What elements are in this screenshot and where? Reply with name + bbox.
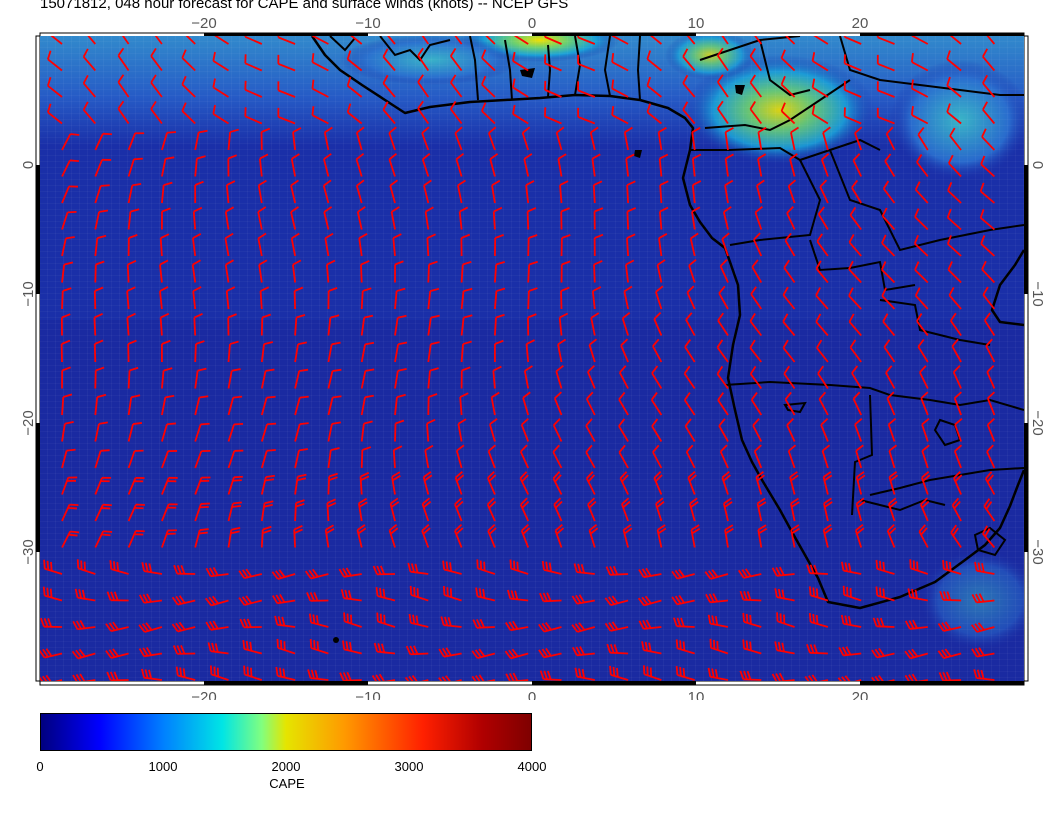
lat-tick-label-left: −20 [20,410,37,435]
lat-tick-label-right: −30 [1029,539,1046,564]
model-grid [40,36,1024,681]
lon-tick-label-bottom: 10 [688,689,705,700]
frame-segment-bottom [860,681,1024,685]
frame-segment-bottom [532,681,696,685]
lat-tick-label-left: −10 [20,281,37,306]
lon-tick-label-top: −10 [355,15,380,32]
lat-tick-label-right: −10 [1029,281,1046,306]
lon-tick-label-bottom: 20 [852,689,869,700]
lon-tick-label-top: 0 [528,15,536,32]
lon-tick-label-top: 10 [688,15,705,32]
colorbar-tick-label: 0 [36,759,44,774]
colorbar-label: CAPE [269,776,305,791]
lat-tick-label-left: −30 [20,539,37,564]
cape-colorbar [40,713,532,751]
frame-segment-left [36,165,40,294]
colorbar-tick-label: 3000 [394,759,424,774]
lat-tick-label-right: −20 [1029,410,1046,435]
frame-segment-right [1024,165,1028,294]
frame-segment-bottom [204,681,368,685]
frame-segment-right [1024,423,1028,552]
lat-tick-label-left: 0 [20,161,37,169]
colorbar-tick-label: 2000 [271,759,301,774]
map-area [40,36,1024,681]
lon-tick-label-top: −20 [191,15,216,32]
lon-tick-label-bottom: −20 [191,689,216,700]
map-figure: −20 −20 −10 −10 0 0 10 10 20 20 0 0 −10 −10 −20 −20 −30 −… [20,15,1046,700]
lon-tick-label-top: 20 [852,15,869,32]
lon-tick-label-bottom: 0 [528,689,536,700]
frame-segment-left [36,423,40,552]
lat-tick-label-right: 0 [1029,161,1046,169]
colorbar-tick-label: 1000 [148,759,178,774]
lon-tick-label-bottom: −10 [355,689,380,700]
colorbar-tick-label: 4000 [517,759,547,774]
